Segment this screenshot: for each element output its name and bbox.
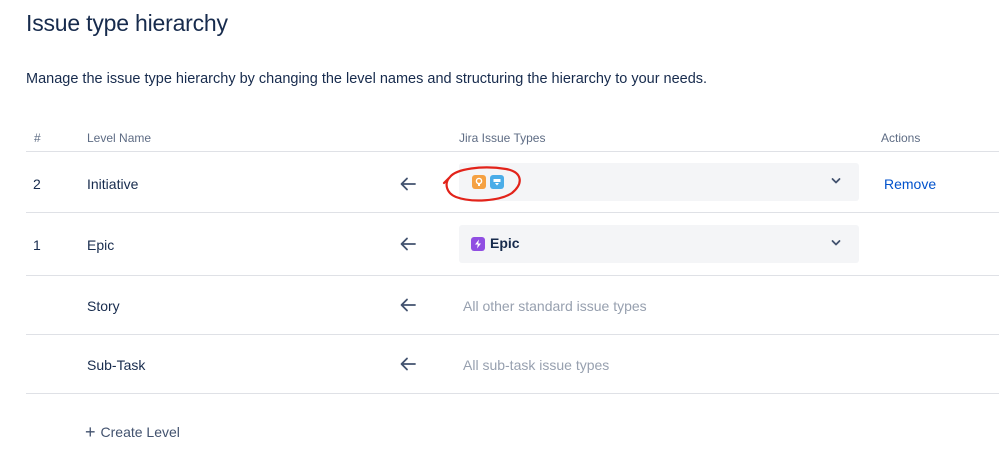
divider [26,151,999,152]
issue-types-text: All sub-task issue types [463,357,610,373]
issue-types-select-epic[interactable]: Epic [459,225,859,263]
divider [26,212,999,213]
divider [26,334,999,335]
page-title: Issue type hierarchy [26,10,228,36]
remove-button[interactable]: Remove [884,176,936,192]
column-header-actions: Actions [881,131,921,145]
column-header-issue-types: Jira Issue Types [459,131,546,145]
arrow-left-icon [400,237,416,251]
lightning-icon [471,237,485,251]
page-description: Manage the issue type hierarchy by chang… [26,71,708,87]
level-number: 1 [33,237,41,253]
divider [26,275,999,276]
create-level-label: Create Level [100,424,180,440]
level-name[interactable]: Sub-Task [87,357,145,373]
issue-types-text: All other standard issue types [463,298,647,314]
arrow-left-icon [400,357,416,371]
column-header-level-name: Level Name [87,131,152,145]
divider [26,393,999,394]
column-header-number: # [34,131,41,145]
level-name[interactable]: Initiative [87,176,138,192]
selected-issue-type: Epic [490,235,520,251]
level-name[interactable]: Story [87,298,120,314]
arrow-left-icon [400,177,416,191]
plus-icon: + [85,422,96,442]
level-name[interactable]: Epic [87,237,114,253]
chevron-down-icon [831,178,841,184]
chevron-down-icon [831,240,841,246]
level-number: 2 [33,176,41,192]
arrow-left-icon [400,298,416,312]
create-level-button[interactable]: + Create Level [85,422,180,442]
annotation-circle [442,166,521,202]
